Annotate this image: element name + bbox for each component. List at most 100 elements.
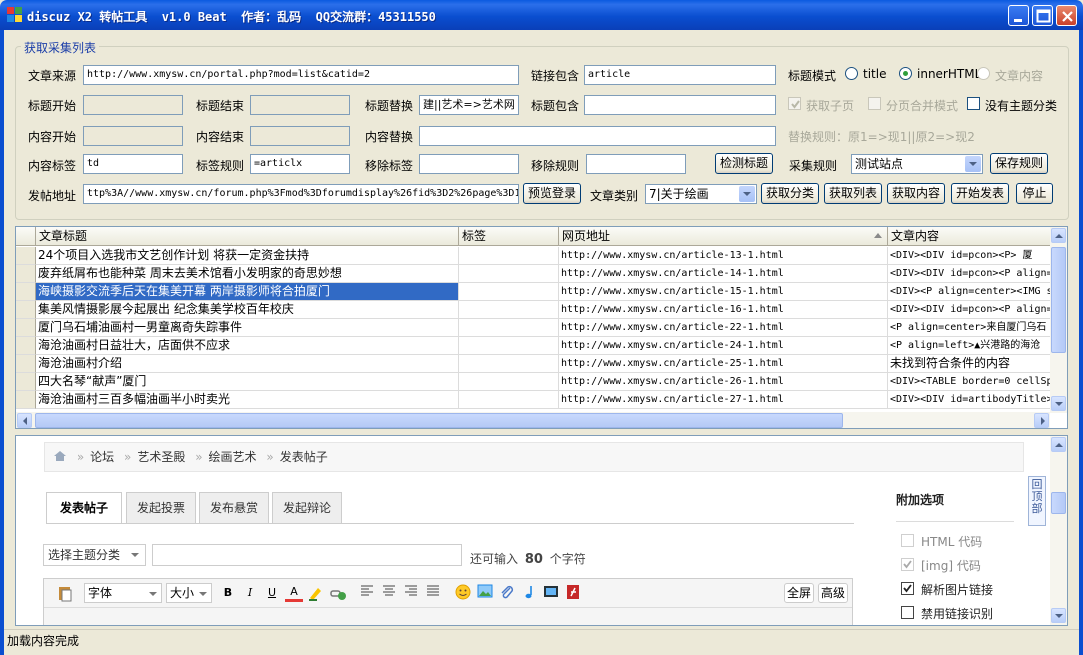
cell-tag[interactable] xyxy=(459,247,559,265)
image-icon[interactable] xyxy=(476,584,494,602)
table-row[interactable]: 海峡摄影交流季后天在集美开幕 两岸摄影师将合拍厦门 http://www.xmys… xyxy=(16,283,1067,301)
window-titlebar[interactable]: discuz X2 转帖工具 v1.0 Beat 作者：乱码 QQ交流群：453… xyxy=(0,0,1083,30)
smiley-icon[interactable] xyxy=(454,584,472,602)
content-replace-input[interactable] xyxy=(419,126,776,146)
cell-title[interactable]: 24个项目入选我市文艺创作计划 将获一定资金扶持 xyxy=(36,247,459,265)
title-contains-input[interactable] xyxy=(584,95,776,115)
cell-content[interactable]: <DIV><DIV id=artibodyTitle> xyxy=(888,391,1067,409)
column-header-tag[interactable]: 标签 xyxy=(459,227,559,246)
row-header[interactable] xyxy=(16,283,36,301)
cell-content[interactable]: <DIV><DIV id=pcon><P> 厦 xyxy=(888,247,1067,265)
row-header[interactable] xyxy=(16,355,36,373)
paste-icon[interactable] xyxy=(56,584,74,602)
preview-login-button[interactable]: 预览登录 xyxy=(523,183,581,204)
browser-scroll-thumb[interactable] xyxy=(1051,492,1066,514)
scroll-up-icon[interactable] xyxy=(1051,228,1066,243)
browser-vertical-scrollbar[interactable] xyxy=(1050,436,1067,625)
cell-url[interactable]: http://www.xmysw.cn/article-26-1.html xyxy=(559,373,888,391)
cell-title[interactable]: 海沧油画村介绍 xyxy=(36,355,459,373)
link-contains-input[interactable]: article xyxy=(584,65,776,85)
highlight-icon[interactable] xyxy=(307,584,325,602)
get-category-button[interactable]: 获取分类 xyxy=(761,183,819,204)
table-row[interactable]: 四大名琴“献声”厦门 http://www.xmysw.cn/article-26… xyxy=(16,373,1067,391)
save-rule-button[interactable]: 保存规则 xyxy=(990,153,1048,174)
subject-input[interactable] xyxy=(152,544,462,566)
article-grid[interactable]: 文章标题 标签 网页地址 文章内容 24个项目入选我市文艺创作计划 将获一定资金… xyxy=(15,226,1068,429)
scroll-right-icon[interactable] xyxy=(1034,413,1049,428)
grid-vertical-scrollbar[interactable] xyxy=(1050,227,1067,413)
horizontal-scroll-thumb[interactable] xyxy=(35,413,843,428)
cell-title[interactable]: 海峡摄影交流季后天在集美开幕 两岸摄影师将合拍厦门 xyxy=(36,283,459,301)
minimize-button[interactable] xyxy=(1008,5,1029,26)
table-row[interactable]: 海沧油画村介绍 http://www.xmysw.cn/article-25-1.… xyxy=(16,355,1067,373)
no-subject-checkbox[interactable] xyxy=(967,97,980,110)
cell-title[interactable]: 废弃纸屑布也能种菜 周末去美术馆看小发明家的奇思妙想 xyxy=(36,265,459,283)
back-to-top-button[interactable]: 回顶部 xyxy=(1028,476,1046,526)
scroll-down-icon[interactable] xyxy=(1051,396,1066,411)
cell-tag[interactable] xyxy=(459,265,559,283)
row-header[interactable] xyxy=(16,247,36,265)
scroll-down-icon[interactable] xyxy=(1051,608,1066,623)
get-content-button[interactable]: 获取内容 xyxy=(887,183,945,204)
link-icon[interactable] xyxy=(329,584,347,602)
column-header-url[interactable]: 网页地址 xyxy=(559,227,888,246)
cell-url[interactable]: http://www.xmysw.cn/article-15-1.html xyxy=(559,283,888,301)
category-select[interactable]: 7|关于绘画 xyxy=(645,184,757,204)
paging-merge-checkbox[interactable] xyxy=(868,97,881,110)
cell-content[interactable]: <P align=left>▲兴港路的海沧 xyxy=(888,337,1067,355)
cell-tag[interactable] xyxy=(459,355,559,373)
remove-rule-input[interactable] xyxy=(586,154,686,174)
start-post-button[interactable]: 开始发表 xyxy=(951,183,1009,204)
cell-url[interactable]: http://www.xmysw.cn/article-16-1.html xyxy=(559,301,888,319)
font-color-icon[interactable]: A xyxy=(285,584,303,602)
cell-title[interactable]: 海沧油画村日益壮大，店面供不应求 xyxy=(36,337,459,355)
content-tag-input[interactable]: td xyxy=(83,154,183,174)
table-row[interactable]: 24个项目入选我市文艺创作计划 将获一定资金扶持 http://www.xmysw… xyxy=(16,247,1067,265)
underline-icon[interactable]: U xyxy=(263,584,281,602)
close-button[interactable] xyxy=(1056,5,1077,26)
cell-tag[interactable] xyxy=(459,391,559,409)
cell-tag[interactable] xyxy=(459,283,559,301)
tab-poll[interactable]: 发起投票 xyxy=(126,492,196,524)
breadcrumb-painting[interactable]: 绘画艺术 xyxy=(209,450,257,464)
tab-reward[interactable]: 发布悬赏 xyxy=(199,492,269,524)
cell-title[interactable]: 厦门乌石埔油画村一男童离奇失踪事件 xyxy=(36,319,459,337)
title-replace-input[interactable]: 建||艺术=>艺术网 xyxy=(419,95,519,115)
breadcrumb-forum[interactable]: 论坛 xyxy=(90,450,114,464)
post-url-input[interactable]: ttp%3A//www.xmysw.cn/forum.php%3Fmod%3Df… xyxy=(83,184,519,204)
cell-url[interactable]: http://www.xmysw.cn/article-22-1.html xyxy=(559,319,888,337)
source-url-input[interactable]: http://www.xmysw.cn/portal.php?mod=list&… xyxy=(83,65,519,85)
title-mode-radio-innerhtml[interactable] xyxy=(899,67,912,80)
cell-content[interactable]: <DIV><DIV id=pcon><P align= xyxy=(888,265,1067,283)
italic-icon[interactable]: I xyxy=(241,584,259,602)
embedded-browser[interactable]: » 论坛 » 艺术圣殿 » 绘画艺术 » 发表帖子 发表帖子 发起投票 发布悬赏 发起辩… xyxy=(15,435,1068,626)
video-icon[interactable] xyxy=(542,584,560,602)
maximize-button[interactable] xyxy=(1032,5,1053,26)
row-header[interactable] xyxy=(16,337,36,355)
cell-content[interactable]: <DIV><P align=center><IMG s xyxy=(888,283,1067,301)
get-list-button[interactable]: 获取列表 xyxy=(824,183,882,204)
stop-button[interactable]: 停止 xyxy=(1016,183,1053,204)
align-right-icon[interactable] xyxy=(402,584,420,602)
remove-tag-input[interactable] xyxy=(419,154,519,174)
table-row[interactable]: 海沧油画村日益壮大，店面供不应求 http://www.xmysw.cn/arti… xyxy=(16,337,1067,355)
cell-tag[interactable] xyxy=(459,319,559,337)
size-select[interactable]: 大小 xyxy=(166,583,212,603)
bold-icon[interactable]: B xyxy=(219,584,237,602)
title-end-input[interactable] xyxy=(250,95,350,115)
advanced-button[interactable]: 高级 xyxy=(818,583,848,603)
option-checkbox[interactable] xyxy=(901,558,914,571)
scroll-left-icon[interactable] xyxy=(17,413,32,428)
cell-content[interactable]: <DIV><DIV id=pcon><P align= xyxy=(888,301,1067,319)
cell-title[interactable]: 四大名琴“献声”厦门 xyxy=(36,373,459,391)
row-header[interactable] xyxy=(16,373,36,391)
cell-tag[interactable] xyxy=(459,373,559,391)
home-icon[interactable] xyxy=(53,444,67,461)
table-row[interactable]: 海沧油画村三百多幅油画半小时卖光 http://www.xmysw.cn/arti… xyxy=(16,391,1067,409)
column-header-content[interactable]: 文章内容 xyxy=(888,227,1067,246)
tag-rule-input[interactable]: =articlx xyxy=(250,154,350,174)
fullscreen-button[interactable]: 全屏 xyxy=(784,583,814,603)
content-start-input[interactable] xyxy=(83,126,183,146)
justify-icon[interactable] xyxy=(424,584,442,602)
content-end-input[interactable] xyxy=(250,126,350,146)
